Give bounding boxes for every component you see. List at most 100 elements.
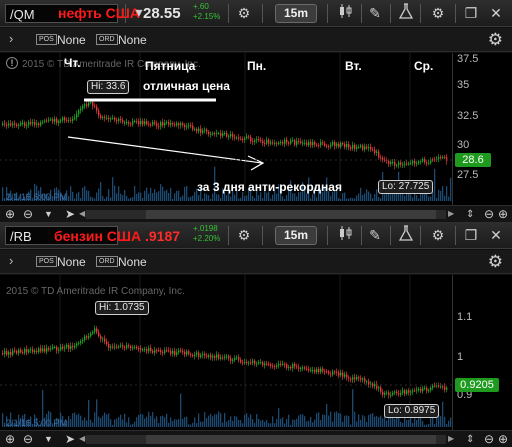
price-chart[interactable]: 2015 © TD Ameritrade IR Company, Inc. Hi…	[0, 275, 452, 430]
symbol-input[interactable]: /QM нефть США	[5, 4, 140, 23]
chevron-right-icon[interactable]: ›	[9, 31, 13, 46]
gasoline-annotation: бензин США .9187	[54, 228, 180, 244]
tick-label: 1	[457, 351, 464, 363]
scrollbar-thumb[interactable]	[146, 435, 436, 444]
change-block: +.60 +2.15%	[193, 2, 220, 22]
last-price: .9187	[144, 228, 181, 244]
hi-label: Hi: 33.6	[87, 80, 130, 94]
close-icon[interactable]: ✕	[485, 3, 507, 24]
time-scrollbar[interactable]	[86, 435, 446, 444]
hi-label: Hi: 1.0735	[95, 301, 149, 315]
flask-icon[interactable]	[395, 225, 417, 246]
day-label-mon: Пн.	[247, 59, 267, 73]
day-label-fri: Пятница	[145, 59, 196, 73]
price-axis[interactable]: 37.5 35 32.5 30 27.5 28.6	[452, 53, 512, 205]
divider	[455, 4, 456, 23]
symbol-text: /QM	[10, 7, 35, 22]
info-icon[interactable]: !	[6, 57, 18, 69]
chart-panel-qm: /QM нефть США ▾ 28.55 +.60 +2.15% ⚙ 15m …	[0, 0, 512, 222]
tick-label: 1.1	[457, 311, 473, 323]
chevron-down-icon[interactable]: ▼	[44, 206, 53, 223]
chevron-right-icon[interactable]: ›	[9, 253, 13, 268]
studies-bar: › POS None ORD None ⚙	[0, 28, 512, 52]
timeframe-button[interactable]: 15m	[275, 226, 317, 245]
change-pct: +2.15%	[193, 12, 221, 21]
candlestick-icon[interactable]	[335, 3, 357, 24]
day-label-wed: Ср.	[414, 59, 434, 73]
divider	[327, 226, 328, 245]
ord-tag: ORD	[96, 256, 118, 267]
time-scrollbar[interactable]	[86, 210, 446, 219]
zoom-in-icon[interactable]: ⊕	[498, 206, 508, 223]
gasoline-note-text: бензин США	[54, 228, 142, 244]
panel-header: /QM нефть США ▾ 28.55 +.60 +2.15% ⚙ 15m …	[0, 0, 512, 27]
pos-tag: POS	[36, 256, 57, 267]
price-chart[interactable]: ! 2015 © TD Ameritrade IR Company, Inc. …	[0, 53, 452, 205]
annotation-good-price: отличная цена	[143, 79, 230, 93]
tick-label: 35	[457, 79, 470, 91]
change-abs: +.0198	[193, 224, 218, 233]
scroll-right-icon[interactable]: ▶	[448, 434, 454, 443]
divider	[228, 226, 229, 245]
tick-label: 32.5	[457, 110, 479, 122]
zoom-out-icon[interactable]: ⊖	[484, 206, 494, 223]
annotation-record: за 3 дня анти-рекордная	[197, 180, 342, 194]
time-left: 2/1/16 5:00 PM	[6, 418, 68, 428]
day-label-thu: Чт.	[64, 56, 81, 70]
zoom-icon[interactable]: ⊖	[23, 206, 33, 223]
settings-gear-icon[interactable]: ⚙	[233, 3, 255, 24]
pencil-icon[interactable]: ✎	[364, 3, 386, 24]
scroll-right-icon[interactable]: ▶	[448, 209, 454, 218]
ord-value: None	[118, 255, 147, 269]
scroll-left-icon[interactable]: ◀	[79, 434, 85, 443]
candlestick-icon[interactable]	[335, 225, 357, 246]
panel-header: /RB бензин США .9187 +.0198 +2.20% ⚙ 15m…	[0, 222, 512, 249]
price-axis[interactable]: 1.1 1 0.9 0.9205	[452, 275, 512, 430]
scroll-left-icon[interactable]: ◀	[79, 209, 85, 218]
divider	[420, 4, 421, 23]
divider	[420, 226, 421, 245]
gear-icon[interactable]: ⚙	[488, 252, 503, 272]
pos-tag: POS	[36, 34, 57, 45]
expand-icon[interactable]: ⇕	[466, 431, 474, 447]
current-price-box: 0.9205	[455, 378, 499, 392]
scrollbar-thumb[interactable]	[146, 210, 436, 219]
settings-gear-icon[interactable]: ⚙	[233, 225, 255, 246]
zoom-icon[interactable]: ⊖	[23, 431, 33, 447]
pos-value: None	[57, 33, 86, 47]
gear-icon[interactable]: ⚙	[488, 30, 503, 50]
symbol-input[interactable]: /RB бензин США .9187	[5, 226, 180, 245]
pencil-icon[interactable]: ✎	[364, 225, 386, 246]
change-abs: +.60	[193, 2, 209, 11]
close-icon[interactable]: ✕	[485, 225, 507, 246]
watermark: 2015 © TD Ameritrade IR Company, Inc.	[6, 286, 185, 297]
gear-icon[interactable]: ⚙	[427, 225, 449, 246]
chart-nav-bar: ⊕ ⊖ ▼ ➤ ◀ ▶ ⇕ ⊖ ⊕	[0, 430, 512, 447]
ord-value: None	[118, 33, 147, 47]
divider	[125, 4, 126, 23]
change-block: +.0198 +2.20%	[193, 224, 220, 244]
zoom-in-icon[interactable]: ⊕	[498, 431, 508, 447]
tick-label: 27.5	[457, 169, 479, 181]
restore-window-icon[interactable]: ❐	[460, 225, 482, 246]
crosshair-icon[interactable]: ⊕	[5, 431, 15, 447]
expand-icon[interactable]: ⇕	[466, 206, 474, 223]
restore-window-icon[interactable]: ❐	[460, 3, 482, 24]
crosshair-icon[interactable]: ⊕	[5, 206, 15, 223]
lo-label: Lo: 0.8975	[384, 404, 440, 418]
divider	[327, 4, 328, 23]
timeframe-button[interactable]: 15m	[275, 4, 317, 23]
chevron-down-icon[interactable]: ▼	[44, 431, 53, 447]
pointer-icon[interactable]: ➤	[65, 431, 75, 447]
tick-label: 37.5	[457, 53, 479, 65]
pos-value: None	[57, 255, 86, 269]
zoom-out-icon[interactable]: ⊖	[484, 431, 494, 447]
tick-label: 30	[457, 139, 470, 151]
gear-icon[interactable]: ⚙	[427, 3, 449, 24]
divider	[361, 4, 362, 23]
lo-label: Lo: 27.725	[378, 180, 434, 194]
change-pct: +2.20%	[193, 234, 221, 243]
pointer-icon[interactable]: ➤	[65, 206, 75, 223]
flask-icon[interactable]	[395, 3, 417, 24]
day-label-tue: Вт.	[345, 59, 362, 73]
